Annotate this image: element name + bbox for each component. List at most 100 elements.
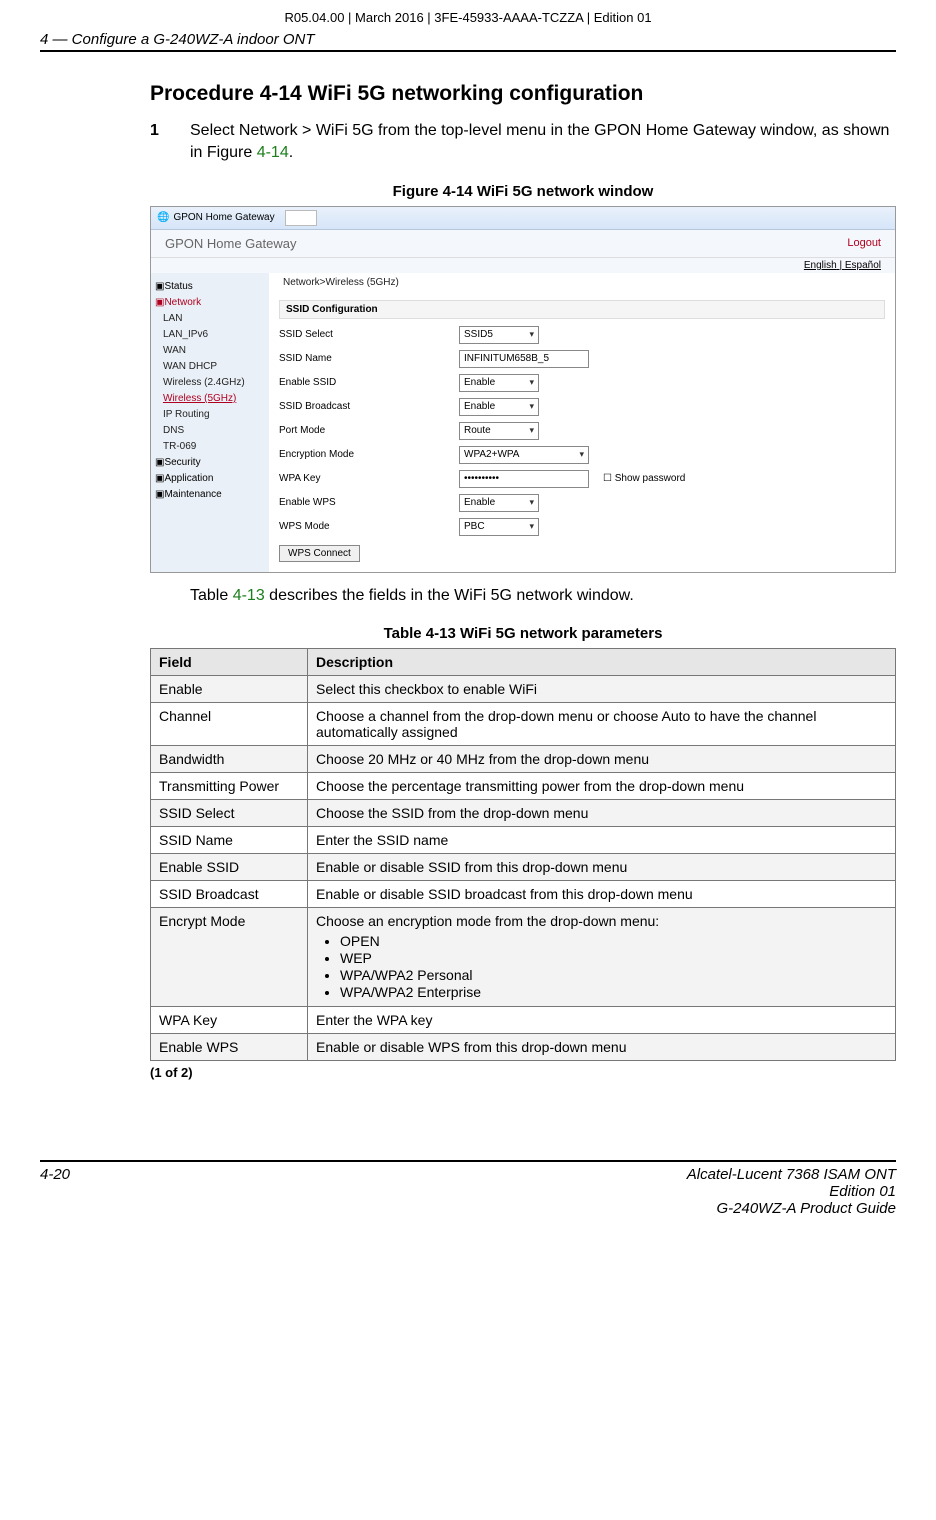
cell-field: WPA Key <box>151 1007 308 1034</box>
figure-caption: Figure 4-14 WiFi 5G network window <box>150 183 896 200</box>
table-row: ChannelChoose a channel from the drop-do… <box>151 703 896 746</box>
doc-meta: R05.04.00 | March 2016 | 3FE-45933-AAAA-… <box>40 10 896 25</box>
sidebar-item-network[interactable]: ▣Network <box>155 295 265 311</box>
sidebar-item-wan[interactable]: WAN <box>155 343 265 359</box>
post-fig-b: describes the fields in the WiFi 5G netw… <box>265 587 634 604</box>
sidebar-item-application[interactable]: ▣Application <box>155 471 265 487</box>
section-title: SSID Configuration <box>279 300 885 319</box>
sidebar-item-security[interactable]: ▣Security <box>155 455 265 471</box>
sidebar-item-ip-routing[interactable]: IP Routing <box>155 407 265 423</box>
cell-description: Enter the WPA key <box>308 1007 896 1034</box>
cell-description: Choose the SSID from the drop-down menu <box>308 800 896 827</box>
chevron-down-icon: ▾ <box>529 521 534 532</box>
port-mode-label: Port Mode <box>279 425 459 436</box>
page-brand: GPON Home Gateway <box>165 236 297 251</box>
table-row: WPA KeyEnter the WPA key <box>151 1007 896 1034</box>
figure-ref: 4-14 <box>257 144 289 161</box>
cell-description: Choose an encryption mode from the drop-… <box>308 908 896 1007</box>
sidebar-item-lan-ipv6[interactable]: LAN_IPv6 <box>155 327 265 343</box>
cell-description: Enable or disable SSID from this drop-do… <box>308 854 896 881</box>
sidebar-item-dns[interactable]: DNS <box>155 423 265 439</box>
browser-titlebar: 🌐 GPON Home Gateway <box>151 207 895 230</box>
table-row: Enable WPSEnable or disable WPS from thi… <box>151 1034 896 1061</box>
chevron-down-icon: ▾ <box>529 377 534 388</box>
table-row: BandwidthChoose 20 MHz or 40 MHz from th… <box>151 746 896 773</box>
new-tab-icon[interactable] <box>285 210 317 226</box>
sidebar-item-wan-dhcp[interactable]: WAN DHCP <box>155 359 265 375</box>
wpa-key-input[interactable]: •••••••••• <box>459 470 589 488</box>
nav-sidebar: ▣Status ▣Network LAN LAN_IPv6 WAN WAN DH… <box>151 273 269 572</box>
ssid-name-input[interactable]: INFINITUM658B_5 <box>459 350 589 368</box>
cell-field: Enable SSID <box>151 854 308 881</box>
tab-title: GPON Home Gateway <box>173 212 274 223</box>
ssid-select-label: SSID Select <box>279 329 459 340</box>
figure-screenshot: 🌐 GPON Home Gateway GPON Home Gateway Lo… <box>150 206 896 573</box>
th-description: Description <box>308 649 896 676</box>
cell-description: Enable or disable SSID broadcast from th… <box>308 881 896 908</box>
cell-description: Choose a channel from the drop-down menu… <box>308 703 896 746</box>
sidebar-item-tr069[interactable]: TR-069 <box>155 439 265 455</box>
step-1: 1 Select Network > WiFi 5G from the top-… <box>150 120 896 165</box>
list-item: WPA/WPA2 Enterprise <box>340 984 887 1000</box>
running-head: 4 — Configure a G-240WZ-A indoor ONT <box>40 31 896 52</box>
sidebar-item-lan[interactable]: LAN <box>155 311 265 327</box>
language-switch: English | Español <box>151 258 895 273</box>
table-row: SSID NameEnter the SSID name <box>151 827 896 854</box>
cell-field: Enable <box>151 676 308 703</box>
table-row: Encrypt ModeChoose an encryption mode fr… <box>151 908 896 1007</box>
sidebar-item-maintenance[interactable]: ▣Maintenance <box>155 487 265 503</box>
enable-ssid-dropdown[interactable]: Enable▾ <box>459 374 539 392</box>
wps-connect-button[interactable]: WPS Connect <box>279 545 360 562</box>
cell-field: Transmitting Power <box>151 773 308 800</box>
cell-description: Enable or disable WPS from this drop-dow… <box>308 1034 896 1061</box>
post-fig-a: Table <box>190 587 233 604</box>
cell-field: Enable WPS <box>151 1034 308 1061</box>
table-row: SSID SelectChoose the SSID from the drop… <box>151 800 896 827</box>
list-item: WPA/WPA2 Personal <box>340 967 887 983</box>
table-row: Transmitting PowerChoose the percentage … <box>151 773 896 800</box>
enable-wps-dropdown[interactable]: Enable▾ <box>459 494 539 512</box>
cell-field: SSID Broadcast <box>151 881 308 908</box>
chevron-down-icon: ▾ <box>579 449 584 460</box>
cell-field: Bandwidth <box>151 746 308 773</box>
ssid-name-label: SSID Name <box>279 353 459 364</box>
lang-espanol[interactable]: Español <box>845 260 881 271</box>
enable-ssid-label: Enable SSID <box>279 377 459 388</box>
breadcrumb: Network>Wireless (5GHz) <box>159 273 895 296</box>
list-item: WEP <box>340 950 887 966</box>
port-mode-dropdown[interactable]: Route▾ <box>459 422 539 440</box>
footer-page-number: 4-20 <box>40 1166 70 1217</box>
cell-field: Channel <box>151 703 308 746</box>
chevron-down-icon: ▾ <box>529 425 534 436</box>
table-pager: (1 of 2) <box>150 1065 896 1080</box>
table-row: Enable SSIDEnable or disable SSID from t… <box>151 854 896 881</box>
list-item: OPEN <box>340 933 887 949</box>
ssid-broadcast-dropdown[interactable]: Enable▾ <box>459 398 539 416</box>
footer-edition: Edition 01 <box>687 1183 896 1200</box>
th-field: Field <box>151 649 308 676</box>
chevron-down-icon: ▾ <box>529 497 534 508</box>
table-row: EnableSelect this checkbox to enable WiF… <box>151 676 896 703</box>
step-text-a: Select Network > WiFi 5G from the top-le… <box>190 122 889 161</box>
step-number: 1 <box>150 120 190 165</box>
show-password-checkbox[interactable]: ☐ Show password <box>603 473 685 484</box>
sidebar-item-wireless-24[interactable]: Wireless (2.4GHz) <box>155 375 265 391</box>
enable-wps-label: Enable WPS <box>279 497 459 508</box>
sidebar-item-wireless-5[interactable]: Wireless (5GHz) <box>155 391 265 407</box>
table-row: SSID BroadcastEnable or disable SSID bro… <box>151 881 896 908</box>
cell-description: Choose the percentage transmitting power… <box>308 773 896 800</box>
chevron-down-icon: ▾ <box>529 329 534 340</box>
procedure-title: Procedure 4-14 WiFi 5G networking config… <box>150 82 896 106</box>
encryption-mode-dropdown[interactable]: WPA2+WPA▾ <box>459 446 589 464</box>
footer-product-line: Alcatel-Lucent 7368 ISAM ONT <box>687 1166 896 1183</box>
lang-english[interactable]: English <box>804 260 837 271</box>
ssid-broadcast-label: SSID Broadcast <box>279 401 459 412</box>
table-caption: Table 4-13 WiFi 5G network parameters <box>150 625 896 642</box>
wps-mode-dropdown[interactable]: PBC▾ <box>459 518 539 536</box>
footer-guide: G-240WZ-A Product Guide <box>687 1200 896 1217</box>
cell-field: SSID Name <box>151 827 308 854</box>
logout-link[interactable]: Logout <box>847 237 881 249</box>
step-text-b: . <box>289 144 293 161</box>
ssid-select-dropdown[interactable]: SSID5▾ <box>459 326 539 344</box>
params-table: Field Description EnableSelect this chec… <box>150 648 896 1061</box>
